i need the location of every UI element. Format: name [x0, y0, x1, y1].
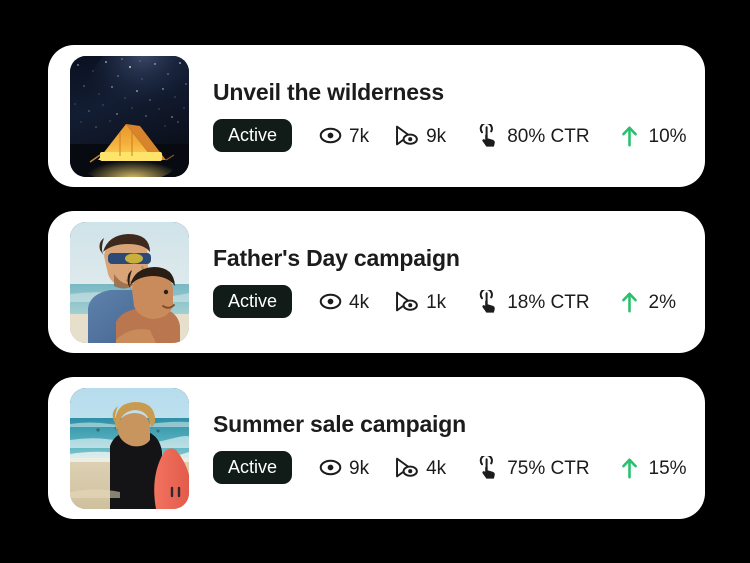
metric-video-views: 4k: [395, 456, 446, 480]
metric-trend: 10%: [618, 124, 687, 148]
tap-click-icon: [476, 455, 500, 480]
metric-impressions: 9k: [318, 456, 369, 480]
father-and-son-beach-photo: [70, 221, 189, 343]
metric-ctr-value: 80% CTR: [507, 126, 590, 148]
eye-icon: [318, 124, 342, 148]
metric-ctr: 75% CTR: [476, 455, 590, 480]
metric-ctr-value: 75% CTR: [507, 458, 590, 480]
campaign-list-screen: Unveil the wilderness Active 7k 9k 80% C…: [0, 0, 750, 563]
campaign-metrics-row: Active 9k 4k 75% CTR 15%: [213, 450, 687, 485]
status-badge[interactable]: Active: [213, 118, 293, 153]
metric-impressions-value: 4k: [349, 292, 370, 314]
tap-click-icon: [476, 289, 500, 314]
metric-video-views-value: 4k: [426, 458, 447, 480]
metric-impressions: 7k: [318, 124, 369, 148]
campaign-card[interactable]: Unveil the wilderness Active 7k 9k 80% C…: [48, 45, 705, 187]
arrow-up-icon: [618, 456, 642, 480]
campaign-card[interactable]: Father's Day campaign Active 4k 1k 18% C…: [48, 211, 705, 353]
metric-trend-value: 15%: [648, 458, 687, 480]
campaign-title: Unveil the wilderness: [213, 78, 444, 105]
metric-trend-value: 2%: [648, 292, 677, 314]
metric-impressions-value: 7k: [349, 126, 370, 148]
tap-click-icon: [476, 123, 500, 148]
surfer-with-surfboard-beach-photo: [70, 387, 189, 509]
eye-icon: [318, 290, 342, 314]
metric-trend: 2%: [618, 290, 676, 314]
campaign-thumbnail-night-sky-tent: [70, 55, 189, 177]
arrow-up-icon: [618, 290, 642, 314]
video-view-icon: [395, 290, 419, 314]
status-badge[interactable]: Active: [213, 284, 293, 319]
metric-video-views-value: 9k: [426, 126, 447, 148]
metric-video-views-value: 1k: [426, 292, 447, 314]
video-view-icon: [395, 456, 419, 480]
campaign-details: Father's Day campaign Active 4k 1k 18% C…: [189, 244, 683, 319]
campaign-thumbnail-father-and-son: [70, 221, 189, 343]
eye-icon: [318, 456, 342, 480]
metric-trend-value: 10%: [648, 126, 687, 148]
video-view-icon: [395, 124, 419, 148]
arrow-up-icon: [618, 124, 642, 148]
campaign-details: Summer sale campaign Active 9k 4k 75% CT…: [189, 410, 687, 485]
campaign-card[interactable]: Summer sale campaign Active 9k 4k 75% CT…: [48, 377, 705, 519]
campaign-thumbnail-surfer: [70, 387, 189, 509]
metric-impressions-value: 9k: [349, 458, 370, 480]
campaign-metrics-row: Active 7k 9k 80% CTR 10%: [213, 118, 687, 153]
metric-ctr: 80% CTR: [476, 123, 590, 148]
campaign-title: Father's Day campaign: [213, 244, 460, 271]
campaign-title: Summer sale campaign: [213, 410, 466, 437]
metric-ctr: 18% CTR: [476, 289, 590, 314]
metric-ctr-value: 18% CTR: [507, 292, 590, 314]
campaign-metrics-row: Active 4k 1k 18% CTR 2%: [213, 284, 683, 319]
status-badge[interactable]: Active: [213, 450, 293, 485]
metric-video-views: 9k: [395, 124, 446, 148]
metric-trend: 15%: [618, 456, 687, 480]
metric-video-views: 1k: [395, 290, 446, 314]
metric-impressions: 4k: [318, 290, 369, 314]
night-sky-tent-photo: [70, 55, 189, 177]
campaign-details: Unveil the wilderness Active 7k 9k 80% C…: [189, 78, 687, 153]
